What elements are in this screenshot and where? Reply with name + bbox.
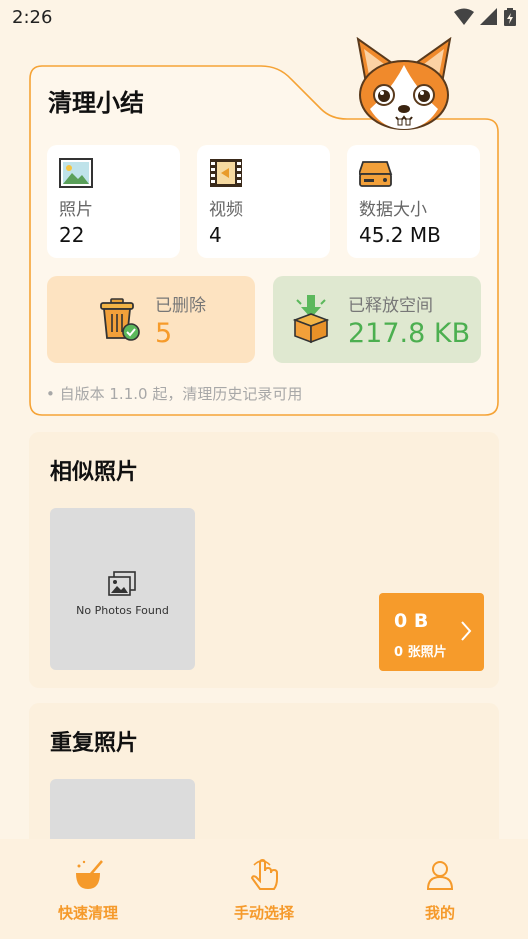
summary-title: 清理小结 [48, 89, 144, 117]
nav-manual-select-label: 手动选择 [233, 904, 294, 922]
deleted-summary: 已删除 5 [47, 276, 255, 363]
video-icon [210, 159, 242, 187]
status-icons [454, 8, 516, 26]
stat-data-size: 数据大小 45.2 MB [347, 145, 480, 258]
nav-manual-select[interactable]: 手动选择 [176, 839, 352, 939]
status-bar: 2:26 [0, 0, 528, 36]
deleted-label: 已删除 [155, 296, 206, 316]
broom-icon [76, 860, 103, 889]
stat-photos-label: 照片 [59, 200, 93, 220]
nav-profile-label: 我的 [424, 904, 455, 922]
photo-icon [59, 158, 93, 188]
stat-videos-label: 视频 [209, 200, 243, 220]
no-photos-text: No Photos Found [76, 604, 169, 617]
freed-space-summary: 已释放空间 217.8 KB [273, 276, 481, 363]
battery-icon [504, 8, 516, 26]
similar-photos-empty: No Photos Found [50, 508, 195, 670]
nav-profile[interactable]: 我的 [352, 839, 528, 939]
freed-space-label: 已释放空间 [348, 296, 433, 316]
similar-photos-title: 相似照片 [50, 460, 139, 485]
stat-videos-value: 4 [209, 223, 222, 247]
wifi-icon [454, 8, 474, 25]
signal-icon [480, 8, 497, 25]
stat-photos-value: 22 [59, 223, 85, 247]
deleted-value: 5 [155, 318, 173, 349]
cleanup-summary-card: 清理小结 照片 22 视频 4 数据大小 45.2 MB 已删除 5 已释放空间… [29, 37, 499, 416]
status-time: 2:26 [12, 7, 53, 28]
box-icon [292, 295, 330, 344]
chevron-right-icon [461, 621, 472, 641]
corgi-mascot-icon [356, 37, 452, 130]
image-placeholder-icon [108, 571, 136, 596]
similar-photos-size: 0 B [394, 610, 429, 632]
bottom-navigation: 快速清理 手动选择 我的 [0, 839, 528, 939]
duplicate-photos-title: 重复照片 [50, 731, 139, 756]
similar-photos-open-button[interactable]: 0 B 0 张照片 [379, 593, 484, 671]
user-icon [426, 861, 454, 890]
freed-space-value: 217.8 KB [348, 318, 471, 349]
trash-icon [100, 298, 140, 341]
stat-data-size-label: 数据大小 [359, 200, 427, 220]
stat-photos: 照片 22 [47, 145, 180, 258]
similar-photos-section: 相似照片 No Photos Found 0 B 0 张照片 [29, 432, 499, 688]
stat-data-size-value: 45.2 MB [359, 223, 441, 247]
nav-quick-clean[interactable]: 快速清理 [0, 839, 176, 939]
stat-videos: 视频 4 [197, 145, 330, 258]
similar-photos-count: 0 张照片 [394, 645, 447, 660]
history-note: • 自版本 1.1.0 起，清理历史记录可用 [46, 385, 303, 403]
hand-tap-icon [250, 858, 278, 890]
storage-icon [359, 161, 393, 187]
nav-quick-clean-label: 快速清理 [57, 904, 118, 922]
